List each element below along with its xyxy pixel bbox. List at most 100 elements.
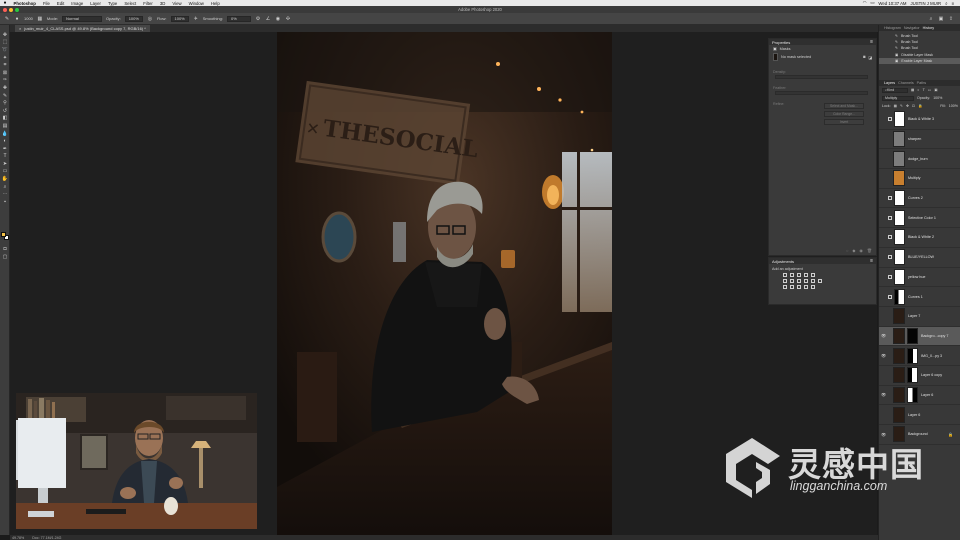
filter-pixel-icon[interactable]: ▦ (911, 88, 914, 92)
invert-adj-icon[interactable] (783, 285, 787, 289)
lock-pixels-icon[interactable]: ▦ (894, 104, 897, 108)
visibility-toggle[interactable]: 👁 (879, 353, 888, 358)
brush-tool-icon[interactable]: ✎ (4, 16, 10, 22)
lasso-tool-icon[interactable]: ➰ (0, 46, 10, 54)
layer-row[interactable]: Selective Color 1 (879, 208, 960, 229)
smoothing-field[interactable]: 0% (226, 15, 251, 22)
layer-row[interactable]: Black & White 2 (879, 228, 960, 248)
channel-mixer-icon[interactable] (811, 279, 815, 283)
layer-thumb[interactable] (893, 386, 905, 403)
document-tab[interactable]: × justin_muir_4_CLASS.psd @ 49.8% (Backg… (15, 25, 150, 32)
exposure-icon[interactable] (804, 273, 808, 277)
density-slider[interactable] (775, 75, 868, 79)
select-and-mask-button[interactable]: Select and Mask... (824, 103, 864, 109)
hand-tool-icon[interactable]: ✋ (0, 175, 10, 183)
layer-row[interactable]: Curves 1 (879, 287, 960, 307)
menu-type[interactable]: Type (104, 1, 120, 6)
levels-icon[interactable] (790, 273, 794, 277)
layer-thumb[interactable] (893, 131, 905, 148)
opacity-field[interactable]: 100% (124, 15, 143, 22)
filter-type-icon[interactable]: T (923, 88, 925, 92)
layer-thumb-multiply[interactable] (893, 170, 905, 187)
photo-filter-icon[interactable] (804, 279, 808, 283)
eyedropper-tool-icon[interactable]: ✑ (0, 77, 10, 85)
flow-field[interactable]: 100% (170, 15, 189, 22)
fill-value[interactable]: 100% (949, 104, 958, 108)
layer-row[interactable]: Curves 2 (879, 189, 960, 209)
layer-thumb[interactable] (893, 327, 905, 344)
load-selection-icon[interactable]: ◌ (846, 248, 848, 253)
layer-mask-thumb[interactable] (894, 288, 905, 305)
dodge-tool-icon[interactable]: ◐ (0, 137, 10, 145)
layer-row[interactable]: yellow hue (879, 268, 960, 288)
search-icon[interactable]: ⌕ (928, 16, 934, 22)
vector-mask-icon[interactable]: ◪ (868, 55, 872, 60)
history-item-selected[interactable]: ▣ Enable Layer Mask (879, 57, 960, 64)
clone-stamp-tool-icon[interactable]: ⚲ (0, 99, 10, 107)
history-brush-tool-icon[interactable]: ↺ (0, 107, 10, 115)
layer-thumb[interactable] (893, 347, 905, 364)
layer-mask-thumb[interactable] (894, 229, 905, 246)
blur-tool-icon[interactable]: 💧 (0, 130, 10, 138)
visibility-toggle[interactable]: 👁 (879, 392, 888, 397)
lock-all-icon[interactable]: 🔒 (918, 104, 922, 108)
menu-3d[interactable]: 3D (156, 1, 169, 6)
lock-artboard-icon[interactable]: ⊡ (912, 104, 915, 108)
color-range-button[interactable]: Color Range... (824, 111, 864, 117)
marquee-tool-icon[interactable]: ⬚ (0, 39, 10, 47)
layer-row-selected[interactable]: 👁 Backgro...copy 7 (879, 326, 960, 347)
pixel-mask-icon[interactable]: ◙ (863, 55, 865, 59)
tab-channels[interactable]: Channels (898, 81, 914, 85)
hue-saturation-icon[interactable] (783, 279, 787, 283)
airbrush-icon[interactable]: ✈ (193, 16, 199, 22)
invert-button[interactable]: Invert (824, 119, 864, 125)
menu-window[interactable]: Window (185, 1, 207, 6)
menu-help[interactable]: Help (207, 1, 223, 6)
menu-app[interactable]: Photoshop (10, 1, 39, 6)
document-tab-close-icon[interactable]: × (19, 26, 21, 31)
document-photo[interactable]: THESOCIAL ✕ (277, 32, 612, 535)
smoothing-settings-icon[interactable]: ⚙ (255, 16, 261, 22)
menu-view[interactable]: View (169, 1, 185, 6)
layer-mask-thumb[interactable] (894, 249, 905, 266)
layer-thumb[interactable] (893, 367, 905, 384)
crop-tool-icon[interactable]: ⌗ (0, 61, 10, 69)
menubar-clock[interactable]: Wed 10:37 AM (878, 1, 906, 6)
tab-paths[interactable]: Paths (917, 81, 926, 85)
filter-shape-icon[interactable]: ▭ (928, 88, 931, 92)
feather-slider[interactable] (775, 91, 868, 95)
tab-navigator[interactable]: Navigator (904, 26, 920, 30)
gradient-tool-icon[interactable]: ▤ (0, 122, 10, 130)
shape-tool-icon[interactable]: ▭ (0, 168, 10, 176)
mode-select[interactable]: Normal (62, 15, 103, 22)
layer-row[interactable]: BLUE/YELLOW (879, 248, 960, 268)
layer-row[interactable]: sharpen (879, 130, 960, 150)
mask-mode-icon[interactable]: ▣ (773, 46, 777, 51)
path-select-tool-icon[interactable]: ➤ (0, 160, 10, 168)
foreground-color-swatch[interactable] (1, 232, 6, 237)
extra-tool-icon[interactable]: ▪ (0, 198, 10, 206)
brush-tool-icon-sidebar[interactable]: ✎ (0, 92, 10, 100)
move-tool-icon[interactable]: ✥ (0, 31, 10, 39)
menu-filter[interactable]: Filter (140, 1, 157, 6)
filter-smart-icon[interactable]: ▣ (934, 88, 937, 92)
gradient-map-icon[interactable] (804, 285, 808, 289)
symmetry-icon[interactable]: ✣ (285, 16, 291, 22)
vibrance-icon[interactable] (811, 273, 815, 277)
tab-history[interactable]: History (923, 26, 934, 30)
brush-size[interactable]: 1000 (24, 16, 33, 21)
pressure-size-icon[interactable]: ◉ (275, 16, 281, 22)
curves-icon[interactable] (797, 273, 801, 277)
healing-tool-icon[interactable]: ✚ (0, 84, 10, 92)
color-lookup-icon[interactable] (818, 279, 822, 283)
quick-mask-icon[interactable]: ◘ (0, 245, 10, 253)
lock-position-icon[interactable]: ✥ (906, 104, 909, 108)
layer-row[interactable]: 👁 IMG_0...py 3 (879, 346, 960, 366)
menu-edit[interactable]: Edit (53, 1, 67, 6)
layer-lock-icon[interactable]: 🔒 (948, 432, 953, 437)
layer-row[interactable]: Black & White 3 (879, 110, 960, 130)
menu-file[interactable]: File (39, 1, 53, 6)
delete-mask-icon[interactable]: 🗑 (867, 248, 872, 253)
eraser-tool-icon[interactable]: ◧ (0, 115, 10, 123)
layer-mask-thumb[interactable] (894, 268, 905, 285)
